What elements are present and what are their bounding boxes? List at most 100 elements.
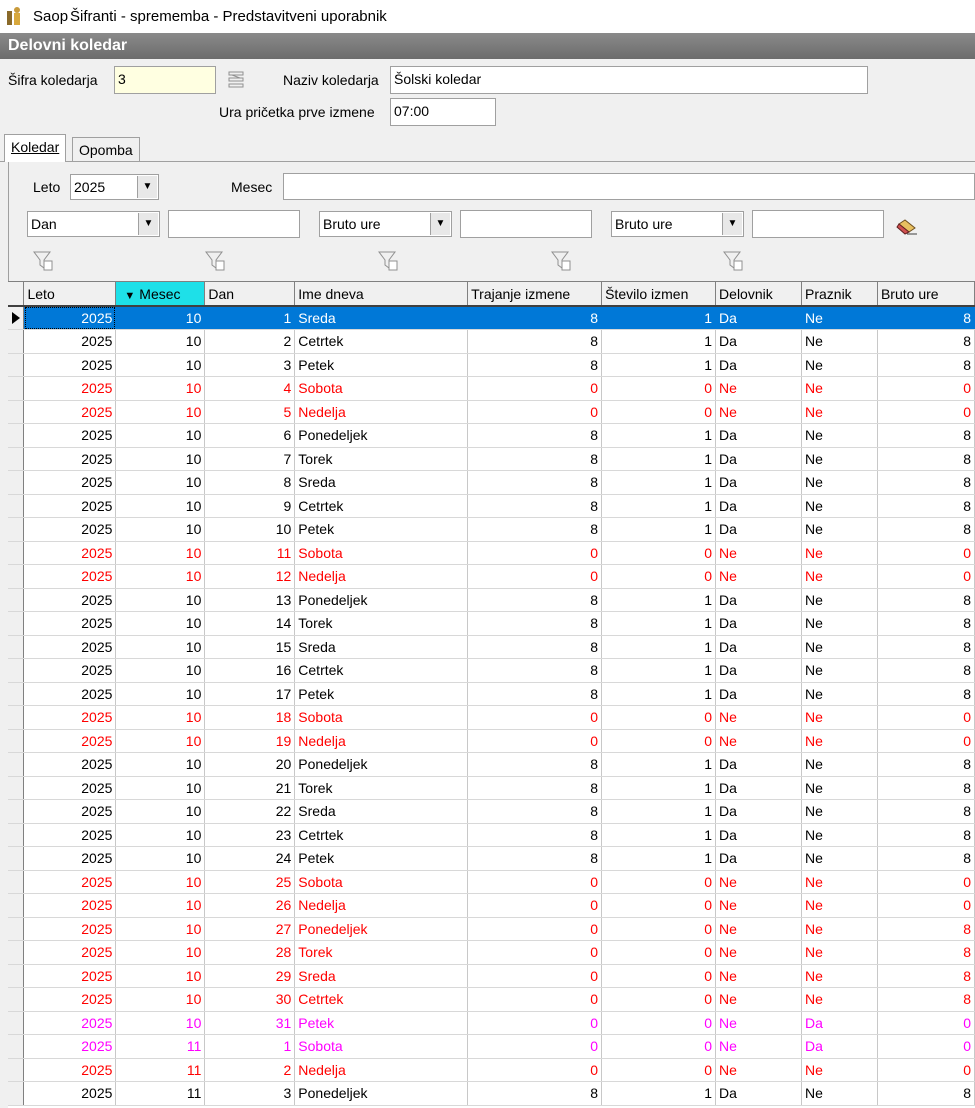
cell-mesec[interactable]: 10	[115, 494, 206, 518]
cell-stevilo-izmen[interactable]: 1	[601, 329, 717, 354]
cell-leto[interactable]: 2025	[23, 447, 117, 471]
cell-dan[interactable]: 15	[204, 635, 296, 659]
cell-trajanje-izmene[interactable]: 8	[467, 776, 603, 800]
cell-bruto-ure[interactable]: 8	[877, 611, 975, 636]
filter-icon[interactable]	[32, 249, 54, 273]
cell-dan[interactable]: 20	[204, 752, 296, 777]
cell-delovnik[interactable]: Da	[715, 682, 802, 706]
cell-praznik[interactable]: Ne	[801, 823, 878, 847]
table-row[interactable]: 2025 10 7 Torek 8 1 Da Ne 8	[8, 447, 975, 471]
cell-leto[interactable]: 2025	[23, 752, 117, 777]
cell-dan[interactable]: 16	[204, 658, 296, 683]
cell-stevilo-izmen[interactable]: 1	[601, 799, 717, 824]
cell-delovnik[interactable]: Da	[715, 799, 802, 824]
cell-praznik[interactable]: Ne	[801, 400, 878, 424]
cell-delovnik[interactable]: Da	[715, 776, 802, 800]
cell-dan[interactable]: 1	[204, 1034, 296, 1059]
cell-delovnik[interactable]: Ne	[715, 400, 802, 424]
cell-leto[interactable]: 2025	[23, 940, 117, 965]
cell-dan[interactable]: 7	[204, 447, 296, 471]
row-indicator[interactable]	[8, 799, 25, 824]
cell-dan[interactable]: 28	[204, 940, 296, 965]
cell-leto[interactable]: 2025	[23, 517, 117, 542]
cell-mesec[interactable]: 10	[115, 870, 206, 894]
cell-delovnik[interactable]: Ne	[715, 917, 802, 941]
table-row[interactable]: 2025 10 16 Cetrtek 8 1 Da Ne 8	[8, 658, 975, 683]
cell-bruto-ure[interactable]: 8	[877, 447, 975, 471]
cell-leto[interactable]: 2025	[23, 893, 117, 918]
cell-praznik[interactable]: Ne	[801, 917, 878, 941]
cell-ime-dneva[interactable]: Torek	[294, 940, 469, 965]
filter-combo-1[interactable]: Dan ▼	[27, 211, 160, 237]
cell-trajanje-izmene[interactable]: 8	[467, 494, 603, 518]
cell-ime-dneva[interactable]: Cetrtek	[294, 658, 469, 683]
cell-delovnik[interactable]: Ne	[715, 893, 802, 918]
cell-praznik[interactable]: Ne	[801, 353, 878, 377]
table-row[interactable]: 2025 10 10 Petek 8 1 Da Ne 8	[8, 517, 975, 542]
filter-icon[interactable]	[550, 249, 572, 273]
table-row[interactable]: 2025 11 1 Sobota 0 0 Ne Da 0	[8, 1034, 975, 1059]
table-row[interactable]: 2025 10 20 Ponedeljek 8 1 Da Ne 8	[8, 752, 975, 777]
cell-ime-dneva[interactable]: Nedelja	[294, 1058, 469, 1082]
cell-leto[interactable]: 2025	[23, 494, 117, 518]
row-indicator[interactable]	[8, 870, 25, 894]
cell-ime-dneva[interactable]: Petek	[294, 517, 469, 542]
cell-mesec[interactable]: 10	[115, 635, 206, 659]
column-header-mesec[interactable]: ▼ Mesec	[115, 282, 206, 307]
cell-trajanje-izmene[interactable]: 8	[467, 353, 603, 377]
cell-mesec[interactable]: 10	[115, 729, 206, 753]
cell-delovnik[interactable]: Ne	[715, 376, 802, 401]
cell-ime-dneva[interactable]: Torek	[294, 611, 469, 636]
cell-stevilo-izmen[interactable]: 0	[601, 705, 717, 730]
cell-delovnik[interactable]: Ne	[715, 940, 802, 965]
cell-leto[interactable]: 2025	[23, 776, 117, 800]
cell-dan[interactable]: 13	[204, 588, 296, 612]
cell-praznik[interactable]: Ne	[801, 517, 878, 542]
cell-trajanje-izmene[interactable]: 0	[467, 729, 603, 753]
cell-praznik[interactable]: Ne	[801, 1081, 878, 1106]
cell-praznik[interactable]: Ne	[801, 423, 878, 448]
cell-ime-dneva[interactable]: Petek	[294, 1011, 469, 1035]
cell-leto[interactable]: 2025	[23, 1034, 117, 1059]
cell-stevilo-izmen[interactable]: 0	[601, 400, 717, 424]
cell-mesec[interactable]: 10	[115, 376, 206, 401]
cell-dan[interactable]: 19	[204, 729, 296, 753]
row-indicator[interactable]	[8, 447, 25, 471]
row-indicator[interactable]	[8, 611, 25, 636]
cell-delovnik[interactable]: Da	[715, 588, 802, 612]
cell-bruto-ure[interactable]: 0	[877, 376, 975, 401]
column-header-bruto-ure[interactable]: Bruto ure	[877, 282, 975, 307]
cell-dan[interactable]: 25	[204, 870, 296, 894]
row-indicator[interactable]	[8, 964, 25, 988]
cell-dan[interactable]: 12	[204, 564, 296, 589]
cell-praznik[interactable]: Ne	[801, 494, 878, 518]
cell-leto[interactable]: 2025	[23, 635, 117, 659]
table-row[interactable]: 2025 10 28 Torek 0 0 Ne Ne 8	[8, 940, 975, 965]
cell-dan[interactable]: 2	[204, 1058, 296, 1082]
cell-praznik[interactable]: Da	[801, 1034, 878, 1059]
row-indicator[interactable]	[8, 1034, 25, 1059]
cell-dan[interactable]: 30	[204, 987, 296, 1012]
cell-dan[interactable]: 10	[204, 517, 296, 542]
cell-bruto-ure[interactable]: 8	[877, 470, 975, 495]
row-indicator[interactable]	[8, 1011, 25, 1035]
cell-stevilo-izmen[interactable]: 1	[601, 635, 717, 659]
cell-praznik[interactable]: Ne	[801, 870, 878, 894]
cell-ime-dneva[interactable]: Ponedeljek	[294, 752, 469, 777]
table-row[interactable]: 2025 10 25 Sobota 0 0 Ne Ne 0	[8, 870, 975, 894]
cell-dan[interactable]: 8	[204, 470, 296, 495]
cell-ime-dneva[interactable]: Sreda	[294, 964, 469, 988]
cell-mesec[interactable]: 10	[115, 588, 206, 612]
cell-leto[interactable]: 2025	[23, 306, 117, 330]
cell-delovnik[interactable]: Ne	[715, 1034, 802, 1059]
cell-trajanje-izmene[interactable]: 8	[467, 329, 603, 354]
cell-trajanje-izmene[interactable]: 8	[467, 635, 603, 659]
cell-trajanje-izmene[interactable]: 8	[467, 682, 603, 706]
cell-stevilo-izmen[interactable]: 1	[601, 517, 717, 542]
cell-trajanje-izmene[interactable]: 0	[467, 917, 603, 941]
row-indicator[interactable]	[8, 893, 25, 918]
cell-trajanje-izmene[interactable]: 8	[467, 823, 603, 847]
cell-dan[interactable]: 22	[204, 799, 296, 824]
chevron-down-icon[interactable]: ▼	[138, 213, 158, 235]
cell-delovnik[interactable]: Ne	[715, 964, 802, 988]
